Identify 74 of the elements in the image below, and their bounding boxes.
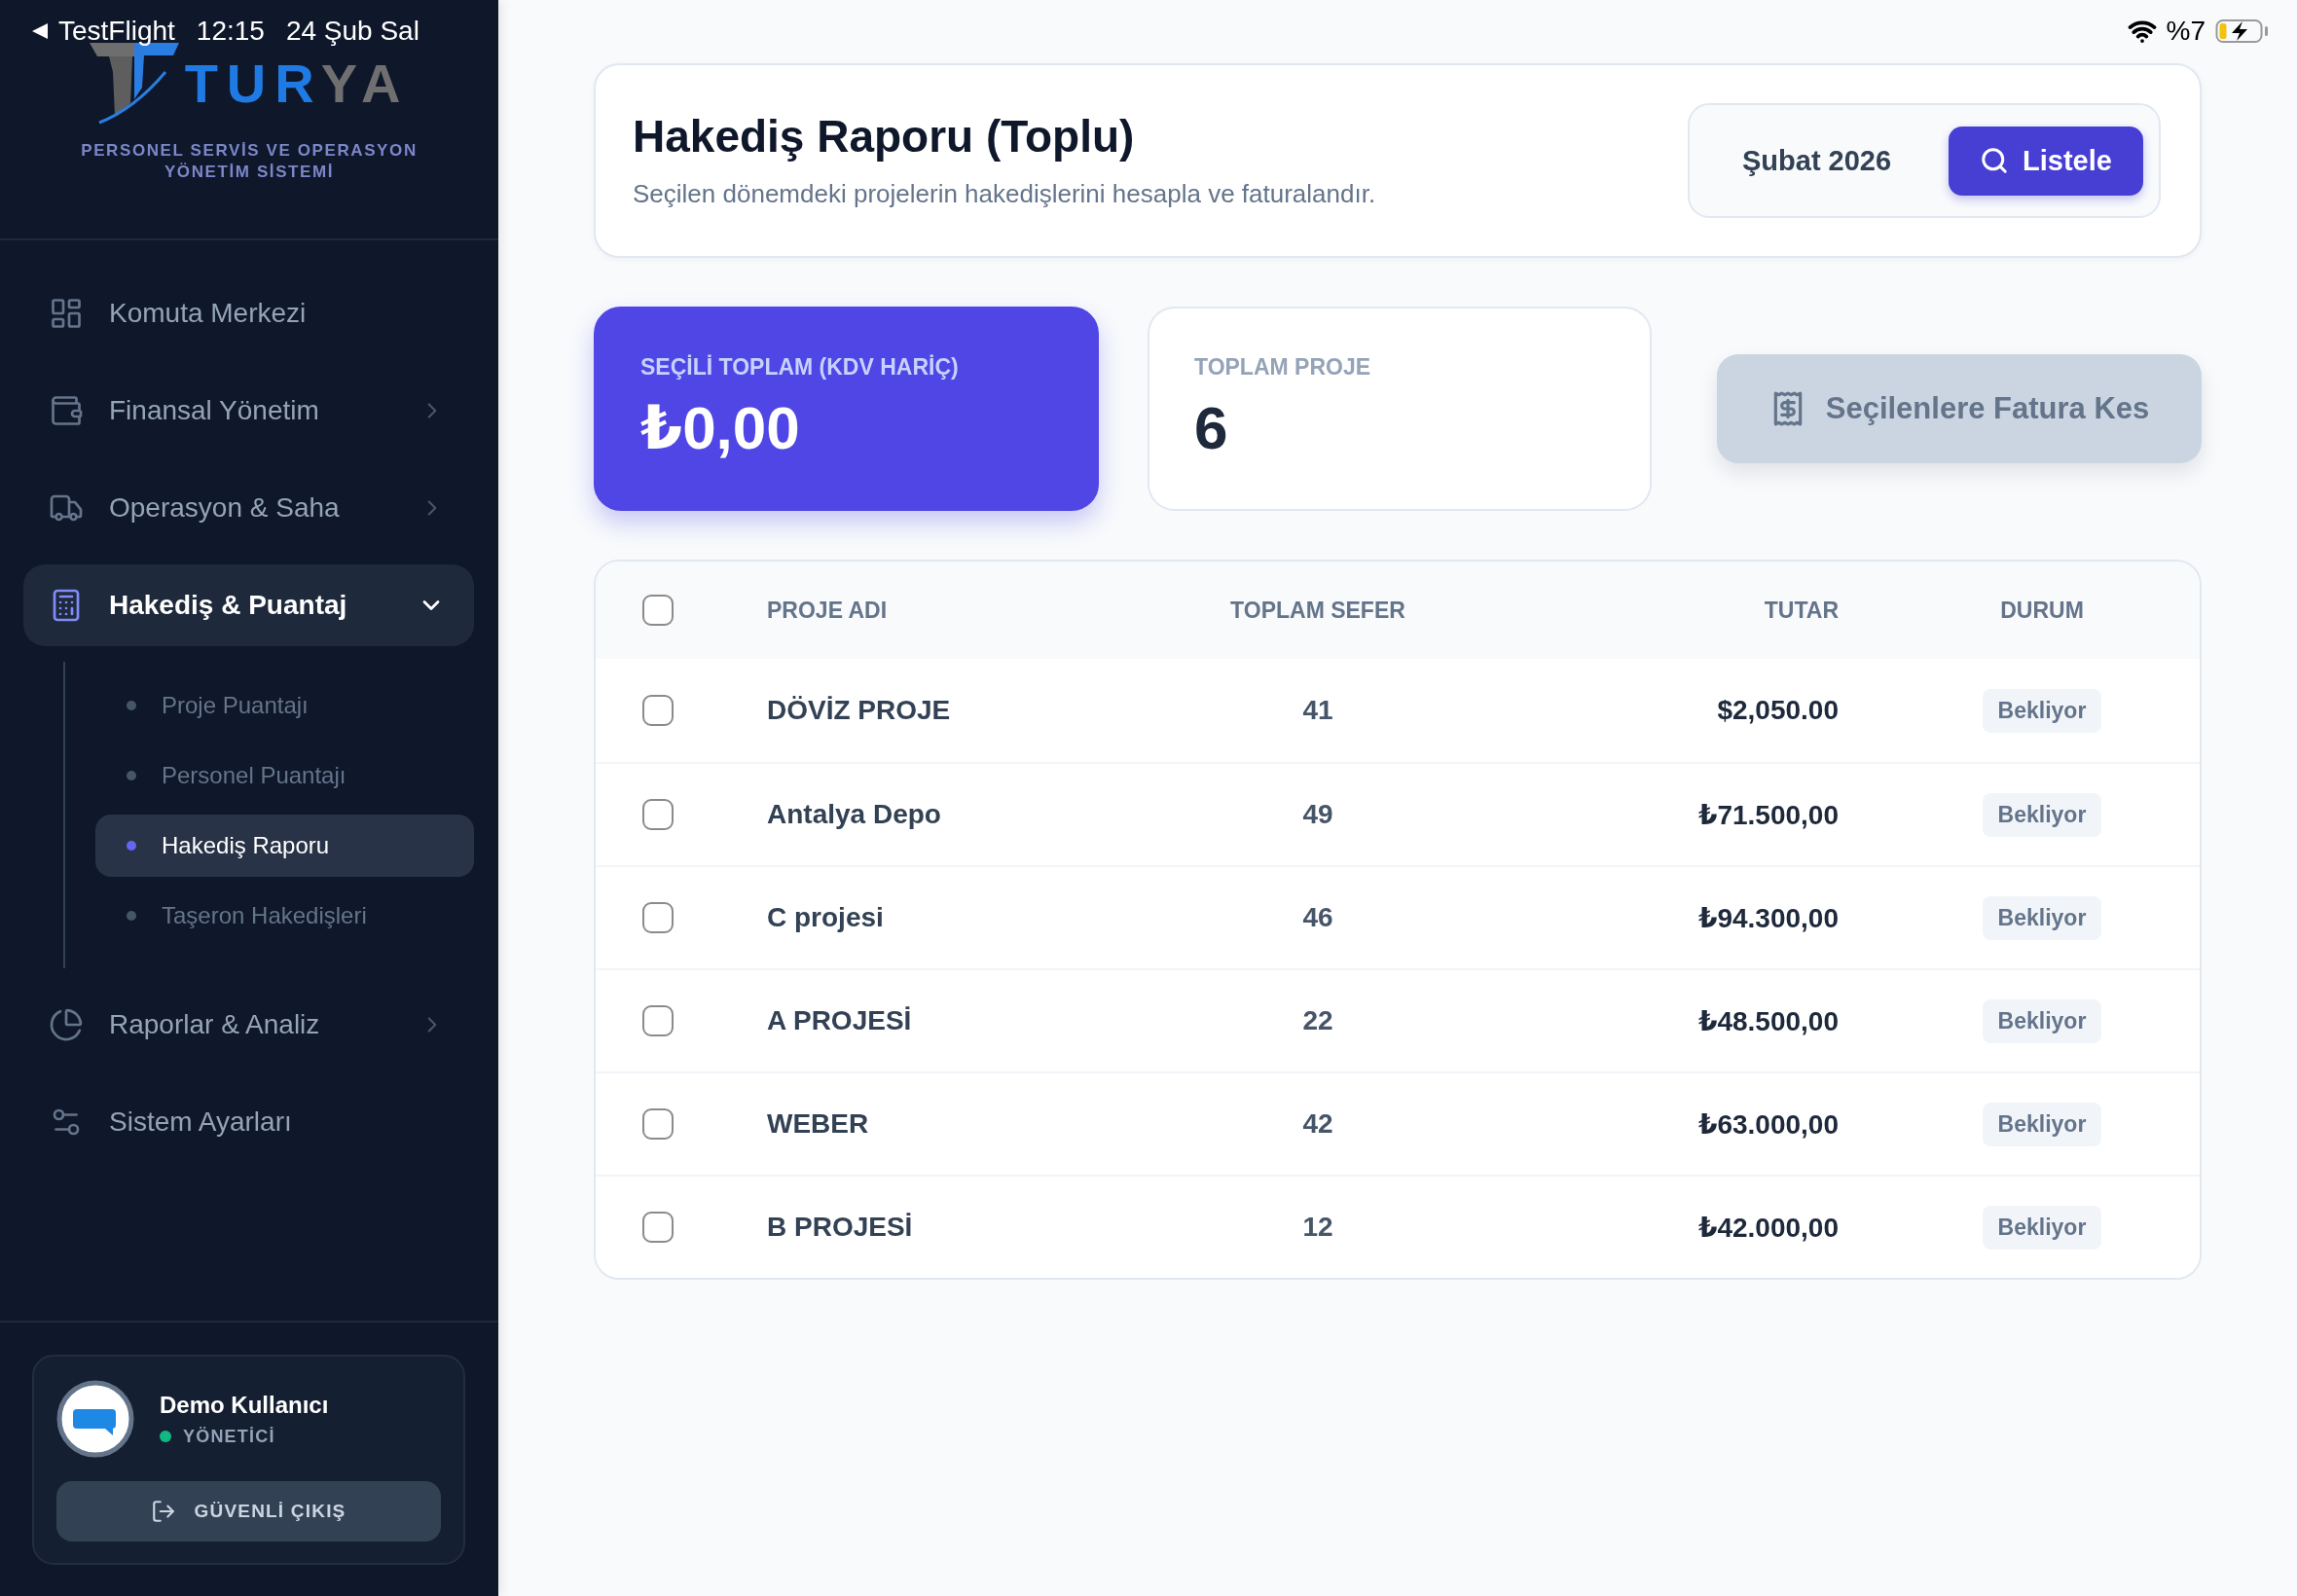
column-header: PROJE ADI	[767, 597, 888, 624]
status-date: 24 Şub Sal	[285, 16, 419, 47]
status-badge: Bekliyor	[1982, 1205, 2102, 1250]
search-icon	[1980, 146, 2010, 175]
project-name-cell: DÖVİZ PROJE	[767, 695, 951, 726]
nav-item[interactable]: Komuta Merkezi	[23, 272, 474, 354]
nav-item[interactable]: Finansal Yönetim	[23, 370, 474, 452]
status-time: 12:15	[196, 16, 265, 47]
amount-cell: $2,050.00	[1717, 695, 1839, 726]
column-header: TOPLAM SEFER	[1230, 597, 1405, 624]
sub-nav-item[interactable]: Proje Puantajı	[95, 674, 474, 737]
bullet-icon	[127, 701, 136, 710]
nav-item[interactable]: Sistem Ayarları	[23, 1081, 474, 1163]
stat-label: TOPLAM PROJE	[1194, 353, 1372, 381]
amount-cell: ₺48.500,00	[1697, 1004, 1839, 1037]
project-name-cell: WEBER	[767, 1108, 869, 1140]
project-name-cell: B PROJESİ	[767, 1212, 913, 1243]
user-role: YÖNETİCİ	[183, 1426, 275, 1447]
column-header: DURUM	[2000, 597, 2084, 624]
trip-count-cell: 42	[1302, 1108, 1333, 1140]
stat-value: ₺0,00	[640, 393, 801, 463]
row-checkbox[interactable]	[642, 1108, 674, 1140]
trip-count-cell: 46	[1302, 902, 1333, 933]
list-button[interactable]: Listele	[1949, 126, 2143, 196]
status-badge: Bekliyor	[1982, 792, 2102, 837]
nav-item[interactable]: Raporlar & Analiz	[23, 984, 474, 1066]
project-name-cell: C projesi	[767, 902, 884, 933]
amount-cell: ₺42.000,00	[1697, 1211, 1839, 1244]
project-name-cell: Antalya Depo	[767, 799, 941, 830]
row-checkbox[interactable]	[642, 1212, 674, 1243]
trip-count-cell: 41	[1302, 695, 1333, 726]
sub-nav-item[interactable]: Personel Puantajı	[95, 744, 474, 807]
logout-icon	[151, 1499, 177, 1524]
bullet-icon	[127, 771, 136, 780]
row-checkbox[interactable]	[642, 695, 674, 726]
trip-count-cell: 49	[1302, 799, 1333, 830]
status-badge: Bekliyor	[1982, 998, 2102, 1043]
logo-text: YA	[320, 53, 410, 114]
status-badge: Bekliyor	[1982, 688, 2102, 733]
column-header: TUTAR	[1764, 597, 1839, 624]
back-icon[interactable]	[31, 22, 49, 40]
nav-item[interactable]: Hakediş & Puantaj	[23, 564, 474, 646]
nav-item[interactable]: Operasyon & Saha	[23, 467, 474, 549]
amount-cell: ₺94.300,00	[1697, 901, 1839, 934]
battery-percent: %7	[2166, 16, 2206, 47]
logout-button[interactable]: GÜVENLİ ÇIKIŞ	[56, 1481, 441, 1542]
page-subtitle: Seçilen dönemdeki projelerin hakedişlerini hesapla ve faturalandır.	[633, 178, 1376, 209]
user-name: Demo Kullanıcı	[160, 1391, 329, 1419]
bullet-icon	[127, 841, 136, 851]
sub-nav-item[interactable]: Taşeron Hakedişleri	[95, 885, 474, 947]
trip-count-cell: 22	[1302, 1005, 1333, 1036]
status-badge: Bekliyor	[1982, 1102, 2102, 1146]
row-checkbox[interactable]	[642, 1005, 674, 1036]
page-title: Hakediş Raporu (Toplu)	[633, 112, 1136, 161]
month-picker[interactable]: Şubat 2026	[1719, 134, 1915, 187]
wallet-icon	[49, 393, 84, 428]
logo-tagline: PERSONEL SERVİS VE OPERASYON YÖNETİM SİSTEMİ	[80, 140, 419, 183]
bullet-icon	[127, 911, 136, 921]
sub-nav-item[interactable]: Hakediş Raporu	[95, 815, 474, 877]
select-all-checkbox[interactable]	[642, 595, 674, 626]
trip-count-cell: 12	[1302, 1212, 1333, 1243]
stat-value: 6	[1194, 393, 1229, 463]
logo-text: TUR	[184, 53, 321, 114]
amount-cell: ₺63.000,00	[1697, 1107, 1839, 1141]
stat-label: SEÇİLİ TOPLAM (KDV HARİÇ)	[640, 353, 960, 381]
project-name-cell: A PROJESİ	[767, 1005, 912, 1036]
amount-cell: ₺71.500,00	[1697, 798, 1839, 831]
pie-chart-icon	[49, 1007, 84, 1042]
avatar-icon	[56, 1380, 134, 1458]
dashboard-grid-icon	[49, 296, 84, 331]
status-badge: Bekliyor	[1982, 895, 2102, 940]
row-checkbox[interactable]	[642, 902, 674, 933]
back-link[interactable]: TestFlight	[58, 16, 175, 47]
row-checkbox[interactable]	[642, 799, 674, 830]
